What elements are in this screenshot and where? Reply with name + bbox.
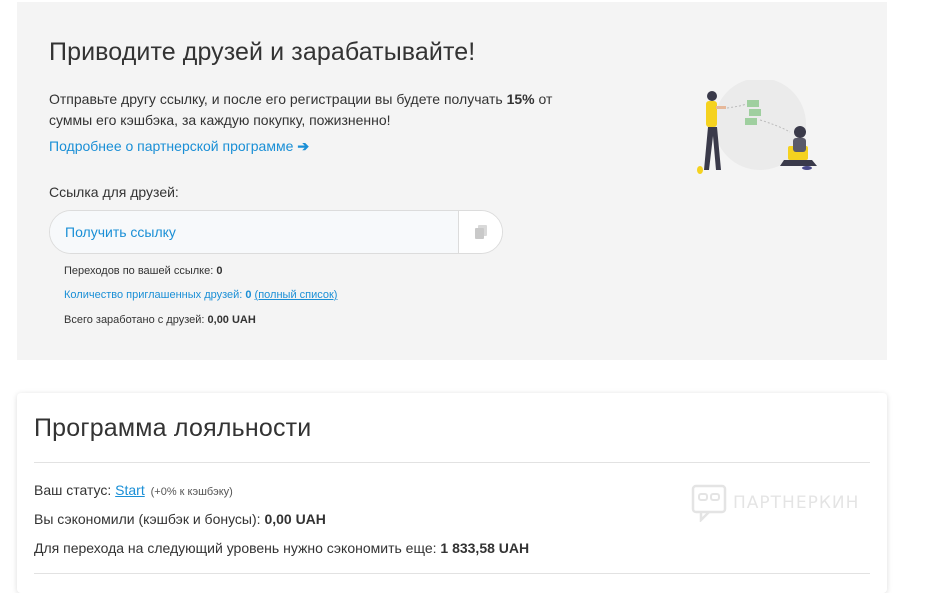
friends-illustration <box>697 80 817 174</box>
invited-label: Количество приглашенных друзей: <box>64 289 246 301</box>
referral-desc-prefix: Отправьте другу ссылку, и после его реги… <box>49 91 507 107</box>
get-link-button[interactable]: Получить ссылку <box>50 211 460 253</box>
loyalty-title: Программа лояльности <box>34 414 312 442</box>
copy-icon <box>474 225 487 239</box>
visits-label: Переходов по вашей ссылке: <box>64 265 217 277</box>
full-list-link[interactable]: (полный список) <box>255 289 338 301</box>
referral-percent: 15% <box>506 91 535 107</box>
invited-stat: Количество приглашенных друзей: 0 (полный… <box>64 289 337 301</box>
saved-label: Вы сэкономили (кэшбэк и бонусы): <box>34 511 265 527</box>
next-level-value: 1 833,58 UAH <box>440 540 530 556</box>
arrow-right-icon: ➔ <box>297 138 310 154</box>
divider <box>34 462 870 463</box>
status-note: (+0% к кэшбэку) <box>150 486 233 498</box>
copy-button[interactable] <box>458 211 502 253</box>
earned-label: Всего заработано с друзей: <box>64 314 208 326</box>
status-row: Ваш статус: Start (+0% к кэшбэку) <box>34 482 233 498</box>
earned-value: 0,00 UAH <box>207 314 256 326</box>
invited-value: 0 <box>245 289 252 301</box>
partner-program-link-label: Подробнее о партнерской программе <box>49 138 294 154</box>
visits-value: 0 <box>216 265 223 277</box>
friends-link-label: Ссылка для друзей: <box>49 184 179 200</box>
saved-value: 0,00 UAH <box>264 511 326 527</box>
status-link[interactable]: Start <box>115 482 145 498</box>
friends-link-field: Получить ссылку <box>49 210 503 254</box>
saved-row: Вы сэкономили (кэшбэк и бонусы): 0,00 UA… <box>34 511 326 527</box>
watermark: ПАРТНЕРКИН <box>691 484 859 522</box>
next-level-label: Для перехода на следующий уровень нужно … <box>34 540 441 556</box>
earned-stat: Всего заработано с друзей: 0,00 UAH <box>64 314 256 326</box>
status-label: Ваш статус: <box>34 482 116 498</box>
next-level-row: Для перехода на следующий уровень нужно … <box>34 540 529 556</box>
loyalty-card: Программа лояльности Ваш статус: Start (… <box>17 393 887 593</box>
divider <box>34 573 870 574</box>
referral-title: Приводите друзей и зарабатывайте! <box>49 38 476 66</box>
referral-description: Отправьте другу ссылку, и после его реги… <box>49 89 589 131</box>
watermark-text: ПАРТНЕРКИН <box>733 493 860 513</box>
referral-panel: Приводите друзей и зарабатывайте! Отправ… <box>17 2 887 360</box>
visits-stat: Переходов по вашей ссылке: 0 <box>64 265 222 277</box>
watermark-logo-icon <box>691 484 727 522</box>
partner-program-link[interactable]: Подробнее о партнерской программе ➔ <box>49 138 309 155</box>
